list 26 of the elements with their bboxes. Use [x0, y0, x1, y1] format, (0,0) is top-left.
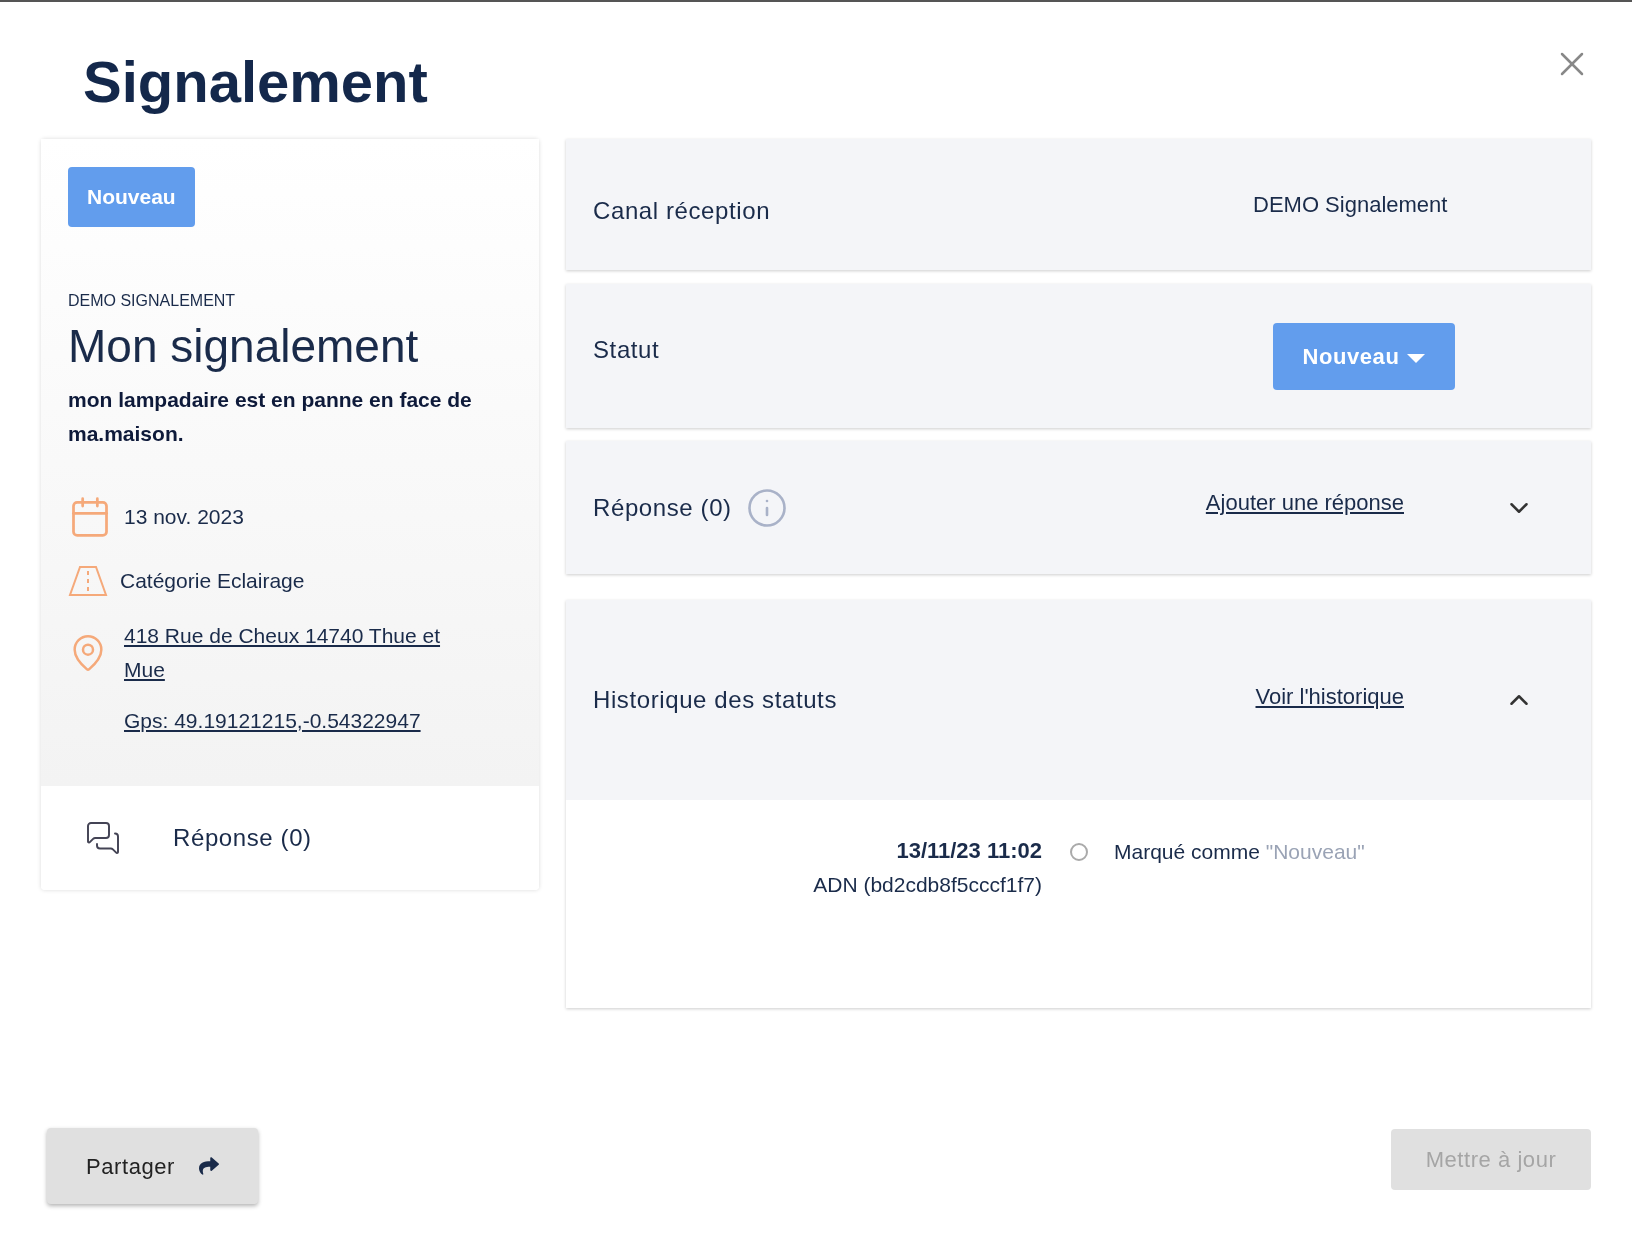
road-icon: [68, 564, 108, 597]
report-date: 13 nov. 2023: [124, 503, 244, 530]
caret-icon: [1407, 353, 1426, 363]
history-author: ADN (bd2cdb8f5cccf1f7): [813, 872, 1042, 898]
history-time: 13/11/23 11:02: [896, 837, 1042, 865]
dialog-title: Signalement: [83, 48, 428, 116]
status-badge: Nouveau: [68, 167, 195, 227]
report-title: Mon signalement: [68, 318, 420, 374]
share-button[interactable]: Partager: [47, 1128, 258, 1204]
share-arrow-icon: [198, 1156, 219, 1176]
channel-label: Canal réception: [593, 195, 772, 226]
status-label: Statut: [593, 335, 661, 365]
chat-bubbles-icon: [85, 820, 121, 856]
address-link[interactable]: 418 Rue de Cheux 14740 Thue et Mue: [124, 618, 464, 687]
history-status: "Nouveau": [1265, 840, 1365, 863]
source-label: DEMO SIGNALEMENT: [68, 290, 237, 311]
gps-link[interactable]: Gps: 49.19121215,-0.54322947: [124, 704, 421, 736]
response-count: Réponse (0): [173, 823, 312, 853]
history-label: Historique des statuts: [593, 685, 837, 715]
report-category: Catégorie Eclairage: [120, 567, 305, 594]
history-link[interactable]: Voir l'historique: [1255, 679, 1404, 713]
add-response-link[interactable]: Ajouter une réponse: [1205, 486, 1404, 519]
responses-label: Réponse (0): [593, 492, 732, 523]
channel-value: DEMO Signalement: [1253, 191, 1448, 219]
report-description: mon lampadaire est en panne en face de ma.maison.: [68, 386, 473, 447]
history-action: Marqué comme: [1114, 840, 1261, 863]
